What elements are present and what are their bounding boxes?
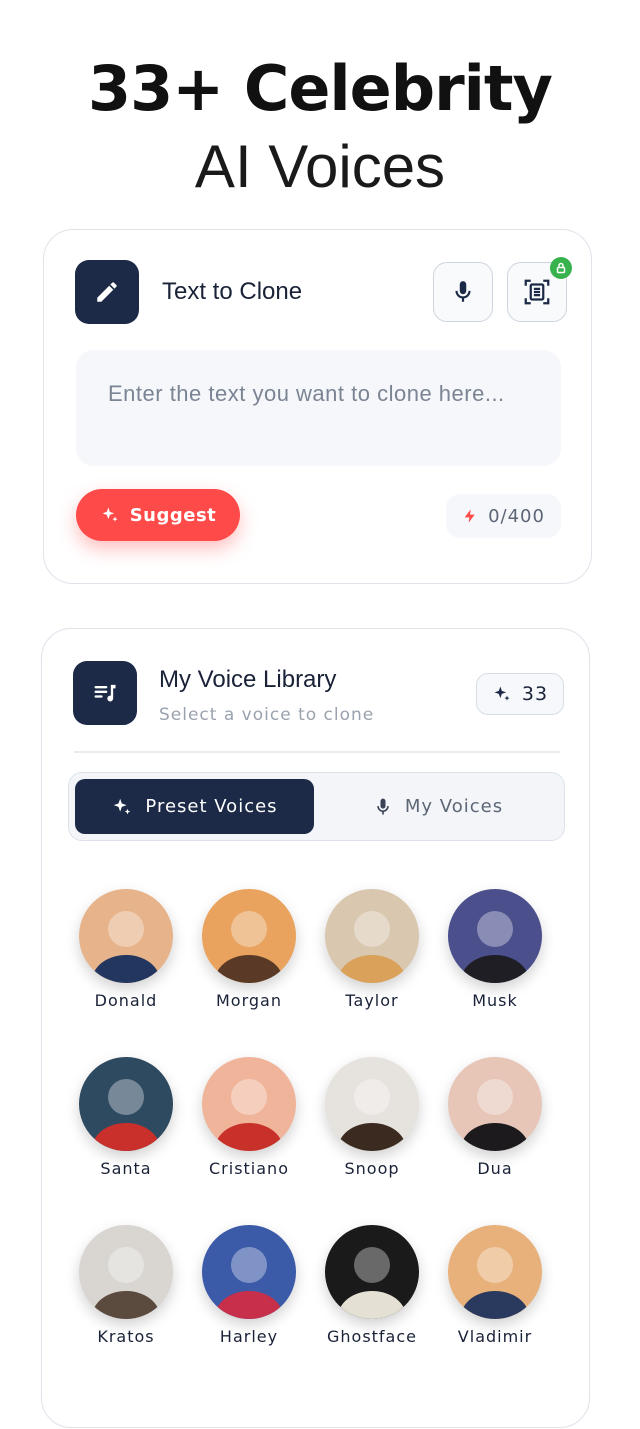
suggest-button[interactable]: Suggest: [76, 489, 240, 541]
voice-item[interactable]: Taylor: [317, 889, 427, 1010]
text-to-clone-card: Text to Clone Suggest 0/400: [43, 229, 592, 584]
voice-name: Morgan: [216, 991, 282, 1010]
counter-value: 0/400: [488, 505, 545, 527]
voice-name: Musk: [472, 991, 518, 1010]
avatar: [202, 889, 296, 983]
avatar: [448, 1057, 542, 1151]
avatar: [202, 1225, 296, 1319]
avatar: [202, 1057, 296, 1151]
character-counter: 0/400: [446, 494, 561, 538]
avatar: [325, 1057, 419, 1151]
voice-item[interactable]: Cristiano: [194, 1057, 304, 1178]
lightning-icon: [464, 509, 475, 523]
voice-item[interactable]: Kratos: [71, 1225, 181, 1346]
voice-name: Snoop: [344, 1159, 400, 1178]
headline-line2: AI Voices: [194, 133, 446, 200]
voice-name: Harley: [219, 1327, 279, 1346]
headline-line1: 33+ Celebrity: [88, 52, 553, 125]
voice-library-card: My Voice Library Select a voice to clone…: [41, 628, 590, 1428]
document-scan-icon: [524, 279, 550, 305]
voice-name: Cristiano: [209, 1159, 289, 1178]
suggest-label: Suggest: [129, 504, 217, 526]
voice-item[interactable]: Musk: [440, 889, 550, 1010]
voice-name: Ghostface: [326, 1327, 417, 1346]
voice-name: Santa: [100, 1159, 152, 1178]
avatar: [325, 1225, 419, 1319]
voice-item[interactable]: Santa: [71, 1057, 181, 1178]
voice-item[interactable]: Snoop: [317, 1057, 427, 1178]
avatar: [448, 889, 542, 983]
avatar: [79, 889, 173, 983]
voice-name: Dua: [477, 1159, 513, 1178]
lock-icon: [550, 257, 572, 279]
voice-item[interactable]: Donald: [71, 889, 181, 1010]
voice-name: Kratos: [97, 1327, 155, 1346]
voice-item[interactable]: Morgan: [194, 889, 304, 1010]
avatar: [79, 1057, 173, 1151]
voice-grid: Donald Morgan Taylor Musk Santa Cristiano Snoo…: [42, 629, 591, 1429]
clone-text-input[interactable]: [76, 350, 561, 466]
voice-name: Donald: [94, 991, 158, 1010]
avatar: [448, 1225, 542, 1319]
voice-item[interactable]: Ghostface: [317, 1225, 427, 1346]
voice-item[interactable]: Harley: [194, 1225, 304, 1346]
microphone-button[interactable]: [433, 262, 493, 322]
microphone-icon: [455, 281, 471, 302]
scan-text-button[interactable]: [507, 257, 572, 322]
voice-item[interactable]: Vladimir: [440, 1225, 550, 1346]
pencil-icon: [75, 260, 139, 324]
voice-name: Vladimir: [457, 1327, 533, 1346]
voice-item[interactable]: Dua: [440, 1057, 550, 1178]
card-title: Text to Clone: [162, 278, 303, 305]
sparkle-icon: [102, 507, 118, 522]
avatar: [79, 1225, 173, 1319]
avatar: [325, 889, 419, 983]
voice-name: Taylor: [345, 991, 399, 1010]
